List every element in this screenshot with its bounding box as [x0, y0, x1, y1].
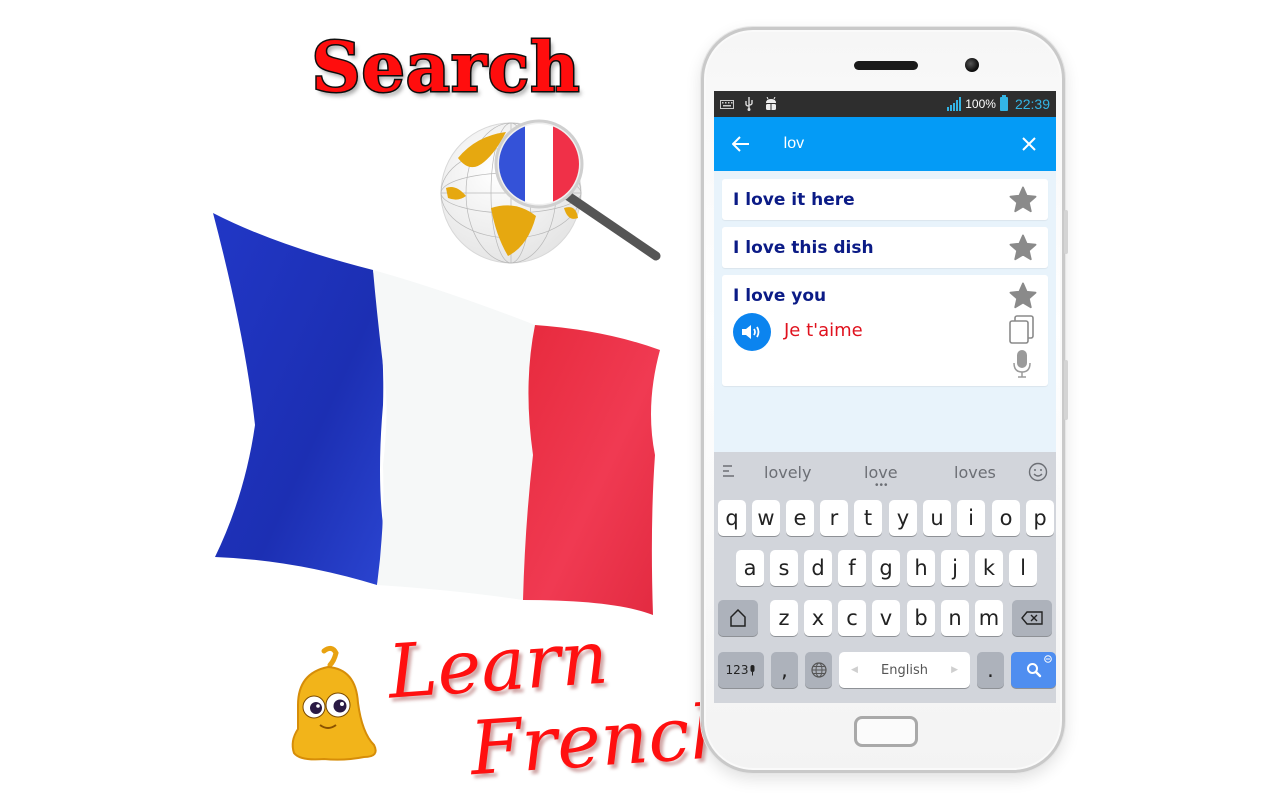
key-z[interactable]: z	[770, 600, 798, 636]
battery-charging-icon	[999, 95, 1008, 111]
flag-white-stripe	[373, 270, 535, 600]
space-key-label: English	[881, 662, 928, 678]
suggestion-bar: lovely love ••• loves	[714, 452, 1056, 494]
shift-icon	[730, 609, 746, 627]
key-p[interactable]: p	[1026, 500, 1054, 536]
copy-icon[interactable]	[1009, 315, 1035, 345]
key-w[interactable]: w	[752, 500, 780, 536]
phrase-result-item[interactable]: I love this dish	[722, 227, 1048, 268]
speak-button[interactable]	[733, 313, 771, 351]
phrase-text: I love this dish	[733, 238, 874, 258]
key-c[interactable]: c	[838, 600, 866, 636]
key-k[interactable]: k	[975, 550, 1003, 586]
mascot-illustration	[291, 645, 377, 761]
search-icon	[1026, 663, 1041, 678]
status-time: 22:39	[1014, 96, 1050, 112]
signal-icon	[947, 97, 962, 111]
close-icon	[1022, 137, 1036, 151]
key-r[interactable]: r	[820, 500, 848, 536]
microphone-icon[interactable]	[1012, 349, 1032, 379]
key-i[interactable]: i	[957, 500, 985, 536]
key-h[interactable]: h	[907, 550, 935, 586]
language-key[interactable]	[805, 652, 832, 688]
emoji-icon[interactable]	[1028, 462, 1048, 482]
android-debug-icon	[766, 97, 776, 110]
mic-small-icon	[750, 664, 755, 675]
key-a[interactable]: a	[736, 550, 764, 586]
key-j[interactable]: j	[941, 550, 969, 586]
star-icon[interactable]	[1008, 233, 1038, 263]
phrase-text: I love it here	[733, 190, 855, 210]
home-button[interactable]	[854, 716, 918, 747]
star-icon[interactable]	[1008, 185, 1038, 215]
period-key[interactable]: .	[977, 652, 1004, 688]
phrase-result-item[interactable]: I love it here	[722, 179, 1048, 220]
menu-icon[interactable]	[722, 464, 736, 478]
phrase-text: I love you	[733, 286, 827, 306]
key-o[interactable]: o	[992, 500, 1020, 536]
search-app-bar	[714, 117, 1056, 171]
volume-button	[1064, 210, 1068, 254]
key-l[interactable]: l	[1009, 550, 1037, 586]
key-d[interactable]: d	[804, 550, 832, 586]
key-x[interactable]: x	[804, 600, 832, 636]
usb-icon	[745, 97, 753, 111]
numbers-key[interactable]: 123	[718, 652, 764, 688]
phrase-result-item-expanded[interactable]: I love you Je t'aime	[722, 275, 1048, 386]
key-e[interactable]: e	[786, 500, 814, 536]
key-q[interactable]: q	[718, 500, 746, 536]
keyboard-icon	[720, 99, 734, 109]
more-suggestions-dots[interactable]: •••	[875, 480, 889, 491]
promo-french-text: French	[467, 687, 740, 793]
speaker-icon	[742, 325, 760, 339]
key-v[interactable]: v	[872, 600, 900, 636]
key-g[interactable]: g	[872, 550, 900, 586]
key-u[interactable]: u	[923, 500, 951, 536]
translation-text: Je t'aime	[784, 320, 863, 341]
search-input[interactable]	[783, 135, 1003, 153]
app-screen: 100% 22:39 I love it here I love this di…	[714, 91, 1056, 703]
backspace-icon	[1021, 611, 1043, 625]
backspace-key[interactable]	[1012, 600, 1052, 636]
suggestion-word[interactable]: lovely	[764, 463, 811, 482]
clear-search-button[interactable]	[1002, 117, 1056, 171]
arrow-left-icon	[731, 136, 749, 152]
phrase-results-list: I love it here I love this dish I love y…	[722, 179, 1048, 393]
back-button[interactable]	[714, 117, 768, 171]
key-f[interactable]: f	[838, 550, 866, 586]
key-b[interactable]: b	[907, 600, 935, 636]
key-t[interactable]: t	[854, 500, 882, 536]
front-camera	[965, 58, 979, 72]
flag-blue-stripe	[213, 213, 384, 585]
soft-keyboard: lovely love ••• loves q w e r t y u i o …	[714, 452, 1056, 703]
minus-circle-icon	[1044, 655, 1052, 663]
suggestion-word[interactable]: loves	[954, 463, 996, 482]
promo-title: Search	[310, 27, 581, 110]
key-s[interactable]: s	[770, 550, 798, 586]
star-icon[interactable]	[1008, 281, 1038, 311]
numbers-key-label: 123	[725, 663, 749, 677]
globe-icon	[810, 662, 827, 678]
status-bar: 100% 22:39	[714, 91, 1056, 117]
french-flag-illustration	[213, 213, 660, 615]
shift-key[interactable]	[718, 600, 758, 636]
search-action-key[interactable]	[1011, 652, 1056, 688]
key-m[interactable]: m	[975, 600, 1003, 636]
phone-mockup: 100% 22:39 I love it here I love this di…	[701, 27, 1068, 773]
space-key[interactable]: ◀ English ▶	[839, 652, 970, 688]
flag-red-stripe	[523, 325, 660, 615]
battery-percent: 100%	[965, 97, 996, 111]
phone-speaker	[854, 61, 918, 70]
comma-key[interactable]: ,	[771, 652, 798, 688]
key-y[interactable]: y	[889, 500, 917, 536]
caret-right-icon: ▶	[951, 665, 958, 675]
power-button	[1064, 360, 1068, 420]
caret-left-icon: ◀	[851, 665, 858, 675]
key-n[interactable]: n	[941, 600, 969, 636]
